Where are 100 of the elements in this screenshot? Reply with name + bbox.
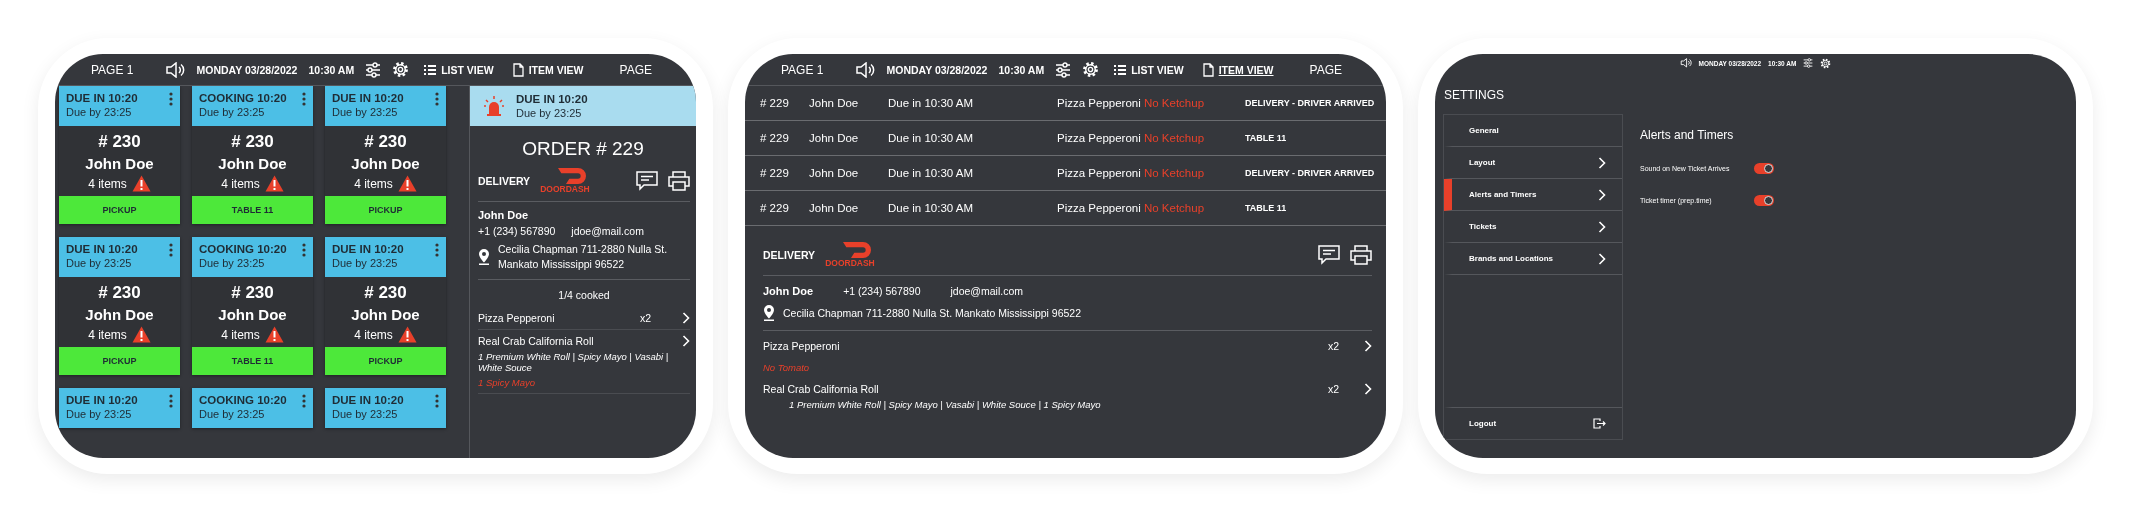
chevron-right-icon[interactable] xyxy=(1598,156,1606,169)
settings-menu-item[interactable]: General xyxy=(1444,115,1622,147)
page-label[interactable]: PAGE 1 xyxy=(91,62,134,77)
order-row[interactable]: # 229 John Doe Due in 10:30 AM Pizza Pepperoni No Ketchup DELIVERY - DRIVER ARRIVED xyxy=(745,156,1386,191)
toggle-switch[interactable] xyxy=(1754,194,1774,206)
due-time: Due by 23:25 xyxy=(332,257,399,269)
order-row[interactable]: # 229 John Doe Due in 10:30 AM Pizza Pepperoni No Ketchup DELIVERY - DRIVER ARRIVED xyxy=(745,86,1386,121)
item-quantity: x2 xyxy=(1328,340,1341,352)
more-options-icon[interactable] xyxy=(302,92,306,106)
more-options-icon[interactable] xyxy=(169,394,173,408)
order-row[interactable]: # 229 John Doe Due in 10:30 AM Pizza Pepperoni No Ketchup TABLE 11 xyxy=(745,191,1386,226)
item-name[interactable]: Real Crab California Roll xyxy=(763,383,1322,395)
destination-label: TABLE 11 xyxy=(192,347,313,375)
ticket-card[interactable]: DUE IN 10:20 Due by 23:25 # 230 John Doe 4 items PICKUP xyxy=(325,237,446,375)
document-icon[interactable] xyxy=(1202,62,1214,77)
speaker-icon[interactable] xyxy=(165,61,186,78)
view-tab[interactable]: ITEM VIEW xyxy=(1198,62,1278,77)
order-number: # 229 xyxy=(760,167,790,179)
warning-icon xyxy=(397,326,417,343)
ticket-status: COOKING 10:20 xyxy=(199,92,287,104)
ticket-card[interactable]: DUE IN 10:20 Due by 23:25 # 230 John Doe 4 items PICKUP xyxy=(59,86,180,224)
item-modifiers: 1 Premium White Roll | Spicy Mayo | Vasabi | White Souce | 1 Spicy Mayo xyxy=(788,398,1102,410)
settings-icon[interactable] xyxy=(392,61,410,78)
sliders-icon[interactable] xyxy=(365,61,382,78)
view-tab[interactable]: ITEM VIEW xyxy=(508,62,588,77)
list-icon[interactable] xyxy=(1114,64,1127,75)
more-options-icon[interactable] xyxy=(169,243,173,257)
view-tab[interactable]: LIST VIEW xyxy=(420,63,498,76)
due-time: Due by 23:25 xyxy=(66,106,133,118)
more-options-icon[interactable] xyxy=(435,92,439,106)
chevron-right-icon[interactable] xyxy=(682,335,690,347)
item-count: 4 items xyxy=(221,176,260,191)
date-text: MONDAY 03/28/2022 xyxy=(196,63,298,76)
chevron-right-icon[interactable] xyxy=(1598,188,1606,201)
more-options-icon[interactable] xyxy=(435,243,439,257)
order-number: # 229 xyxy=(760,97,790,109)
printer-icon[interactable] xyxy=(668,171,690,191)
chevron-right-icon[interactable] xyxy=(1598,220,1606,233)
more-options-icon[interactable] xyxy=(302,243,306,257)
ticket-card[interactable]: COOKING 10:20 Due by 23:25 xyxy=(192,388,313,428)
list-icon[interactable] xyxy=(424,64,437,75)
ticket-card[interactable]: COOKING 10:20 Due by 23:25 # 230 John Doe 4 items TABLE 11 xyxy=(192,237,313,375)
chevron-right-icon[interactable] xyxy=(1598,252,1606,265)
due-time: Due by 23:25 xyxy=(199,106,266,118)
chevron-right-icon[interactable] xyxy=(1364,340,1372,352)
item-name[interactable]: Real Crab California Roll xyxy=(478,335,676,347)
chat-icon[interactable] xyxy=(1318,245,1340,265)
settings-icon[interactable] xyxy=(1820,57,1832,69)
ticket-card[interactable]: DUE IN 10:20 Due by 23:25 xyxy=(59,388,180,428)
item-quantity: x2 xyxy=(1328,383,1341,395)
item-modifiers: 1 Premium White Roll | Spicy Mayo | Vasabi | White Souce xyxy=(478,350,670,373)
ticket-card[interactable]: DUE IN 10:20 Due by 23:25 # 230 John Doe 4 items PICKUP xyxy=(59,237,180,375)
settings-menu-item[interactable]: Alerts and Timers xyxy=(1444,179,1622,211)
ticket-card[interactable]: DUE IN 10:20 Due by 23:25 xyxy=(325,388,446,428)
sliders-icon[interactable] xyxy=(1803,58,1814,68)
page-label[interactable]: PAGE 1 xyxy=(781,62,824,77)
destination-label: DELIVERY - DRIVER ARRIVED xyxy=(1245,168,1376,178)
due-time: Due by 23:25 xyxy=(332,106,399,118)
ticket-card[interactable]: COOKING 10:20 Due by 23:25 # 230 John Doe 4 items TABLE 11 xyxy=(192,86,313,224)
settings-menu-item[interactable]: Layout xyxy=(1444,147,1622,179)
chat-icon[interactable] xyxy=(636,171,658,191)
speaker-icon[interactable] xyxy=(855,61,876,78)
due-time: Due by 23:25 xyxy=(332,408,399,420)
order-row[interactable]: # 229 John Doe Due in 10:30 AM Pizza Pepperoni No Ketchup TABLE 11 xyxy=(745,121,1386,156)
chevron-right-icon[interactable] xyxy=(1364,383,1372,395)
due-time: Due by 23:25 xyxy=(66,408,133,420)
warning-icon xyxy=(397,175,417,192)
chevron-right-icon[interactable] xyxy=(682,312,690,324)
location-pin-icon xyxy=(478,248,490,265)
warning-icon xyxy=(131,175,151,192)
more-options-icon[interactable] xyxy=(302,394,306,408)
order-number: # 230 xyxy=(98,132,141,152)
sliders-icon[interactable] xyxy=(1055,61,1072,78)
due-time: Due in 10:30 AM xyxy=(888,167,975,179)
ticket-card[interactable]: DUE IN 10:20 Due by 23:25 # 230 John Doe 4 items PICKUP xyxy=(325,86,446,224)
item-name[interactable]: Pizza Pepperoni xyxy=(478,312,634,324)
speaker-icon[interactable] xyxy=(1679,58,1692,68)
document-icon[interactable] xyxy=(512,62,524,77)
more-options-icon[interactable] xyxy=(435,394,439,408)
page-label[interactable]: PAGE xyxy=(619,62,652,77)
email-address: jdoe@mail.com xyxy=(571,225,644,237)
settings-menu-item[interactable]: Tickets xyxy=(1444,211,1622,243)
item-count: 4 items xyxy=(354,327,393,342)
ticket-status: DUE IN 10:20 xyxy=(66,92,138,104)
logout-button[interactable]: Logout xyxy=(1444,407,1622,439)
item-count: 4 items xyxy=(88,176,127,191)
settings-menu-item[interactable]: Brands and Locations xyxy=(1444,243,1622,275)
page-label[interactable]: PAGE xyxy=(1309,62,1342,77)
warning-icon xyxy=(131,326,151,343)
more-options-icon[interactable] xyxy=(169,92,173,106)
settings-icon[interactable] xyxy=(1082,61,1100,78)
destination-label: PICKUP xyxy=(59,347,180,375)
toggle-switch[interactable] xyxy=(1754,162,1774,174)
customer-name: John Doe xyxy=(763,284,814,299)
time-text: 10:30 AM xyxy=(308,63,355,76)
printer-icon[interactable] xyxy=(1350,245,1372,265)
doordash-logo: DOORDASH xyxy=(825,242,875,268)
item-name[interactable]: Pizza Pepperoni xyxy=(763,340,1322,352)
due-time: Due in 10:30 AM xyxy=(888,132,975,144)
view-tab[interactable]: LIST VIEW xyxy=(1110,63,1188,76)
